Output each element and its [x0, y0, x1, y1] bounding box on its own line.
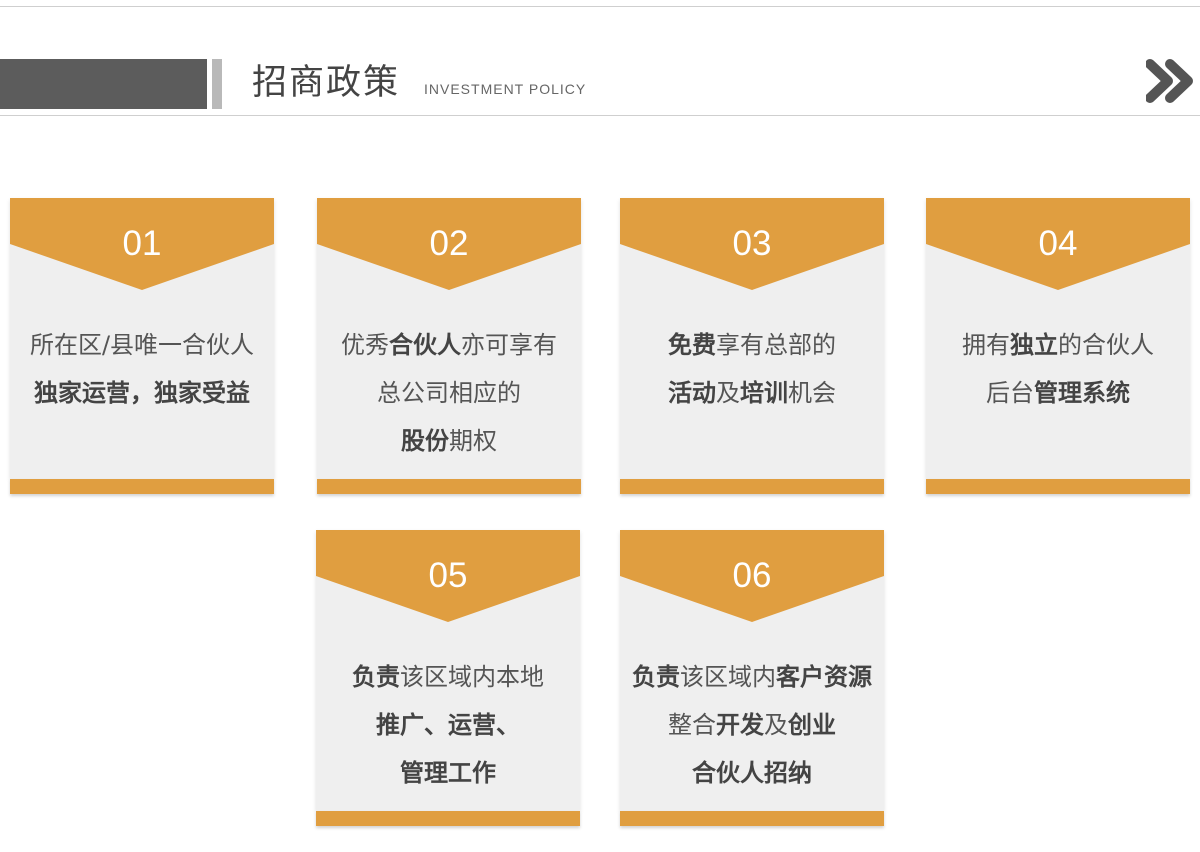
header-dark-block	[0, 59, 207, 109]
card-number: 01	[122, 224, 162, 263]
page-subtitle: INVESTMENT POLICY	[424, 81, 587, 97]
body-text: 期权	[449, 427, 497, 455]
emphasis-text: 推广、运营、	[376, 711, 520, 739]
card-footer-bar	[620, 811, 884, 826]
body-text: 后台	[986, 379, 1034, 407]
card-number: 02	[429, 224, 469, 263]
emphasis-text: 独家运营，独家受益	[34, 379, 250, 407]
emphasis-text: 培训	[740, 379, 788, 407]
card-text-line: 活动及培训机会	[620, 369, 884, 417]
body-text: 该区域内	[680, 663, 776, 691]
emphasis-text: 负责	[352, 663, 400, 691]
body-text: 该区域内本地	[400, 663, 544, 691]
card-text-line: 所在区/县唯一合伙人	[10, 321, 274, 369]
card-footer-bar	[926, 479, 1190, 494]
card-text-line: 优秀合伙人亦可享有	[317, 321, 581, 369]
card-description: 拥有独立的合伙人 后台管理系统	[926, 321, 1190, 417]
card-number: 04	[1038, 224, 1078, 263]
header-divider	[0, 115, 1200, 116]
emphasis-text: 免费	[668, 331, 716, 359]
card-description: 负责该区域内本地推广、运营、 管理工作	[316, 653, 580, 797]
body-text: 亦可享有	[461, 331, 557, 359]
card-text-line: 管理工作	[316, 749, 580, 797]
body-text: 机会	[788, 379, 836, 407]
body-text: 的合伙人	[1058, 331, 1154, 359]
emphasis-text: 客户资源	[776, 663, 872, 691]
body-text: 及	[716, 379, 740, 407]
body-text: 整合	[668, 711, 716, 739]
double-chevron-right-icon[interactable]	[1146, 58, 1196, 104]
emphasis-text: 管理系统	[1034, 379, 1130, 407]
body-text: 优秀	[341, 331, 389, 359]
policy-card-2: 02 优秀合伙人亦可享有总公司相应的股份期权	[317, 198, 581, 494]
card-description: 所在区/县唯一合伙人 独家运营，独家受益	[10, 321, 274, 417]
emphasis-text: 合伙人招纳	[692, 759, 812, 787]
body-text: 拥有	[962, 331, 1010, 359]
card-text-line: 股份期权	[317, 417, 581, 465]
card-number: 03	[732, 224, 772, 263]
emphasis-text: 负责	[632, 663, 680, 691]
card-description: 免费享有总部的 活动及培训机会	[620, 321, 884, 417]
top-divider	[0, 6, 1200, 7]
policy-card-6: 06 负责该区域内客户资源 整合开发及创业 合伙人招纳	[620, 530, 884, 826]
policy-card-5: 05 负责该区域内本地推广、运营、 管理工作	[316, 530, 580, 826]
policy-card-3: 03 免费享有总部的 活动及培训机会	[620, 198, 884, 494]
emphasis-text: 股份	[401, 427, 449, 455]
card-number: 05	[428, 556, 468, 595]
card-footer-bar	[316, 811, 580, 826]
card-description: 优秀合伙人亦可享有总公司相应的股份期权	[317, 321, 581, 465]
card-number: 06	[732, 556, 772, 595]
body-text: 及	[764, 711, 788, 739]
body-text: 所在区/县唯一合伙人	[29, 331, 255, 359]
emphasis-text: 管理工作	[400, 759, 496, 787]
header-accent-bar	[212, 59, 222, 109]
card-text-line: 整合开发及创业	[620, 701, 884, 749]
card-description: 负责该区域内客户资源 整合开发及创业 合伙人招纳	[620, 653, 884, 797]
emphasis-text: 合伙人	[389, 331, 461, 359]
card-text-line: 免费享有总部的	[620, 321, 884, 369]
emphasis-text: 创业	[788, 711, 836, 739]
card-text-line: 负责该区域内客户资源	[620, 653, 884, 701]
body-text: 总公司相应的	[377, 379, 521, 407]
page-title: 招商政策	[252, 63, 401, 103]
policy-card-4: 04 拥有独立的合伙人 后台管理系统	[926, 198, 1190, 494]
policy-card-1: 01 所在区/县唯一合伙人 独家运营，独家受益	[10, 198, 274, 494]
card-text-line: 拥有独立的合伙人	[926, 321, 1190, 369]
card-text-line: 总公司相应的	[317, 369, 581, 417]
card-text-line: 后台管理系统	[926, 369, 1190, 417]
body-text: 享有总部的	[716, 331, 836, 359]
card-text-line: 独家运营，独家受益	[10, 369, 274, 417]
card-footer-bar	[10, 479, 274, 494]
card-text-line: 推广、运营、	[316, 701, 580, 749]
emphasis-text: 独立	[1010, 331, 1058, 359]
card-footer-bar	[317, 479, 581, 494]
card-text-line: 负责该区域内本地	[316, 653, 580, 701]
card-text-line: 合伙人招纳	[620, 749, 884, 797]
card-footer-bar	[620, 479, 884, 494]
emphasis-text: 活动	[668, 379, 716, 407]
emphasis-text: 开发	[716, 711, 764, 739]
